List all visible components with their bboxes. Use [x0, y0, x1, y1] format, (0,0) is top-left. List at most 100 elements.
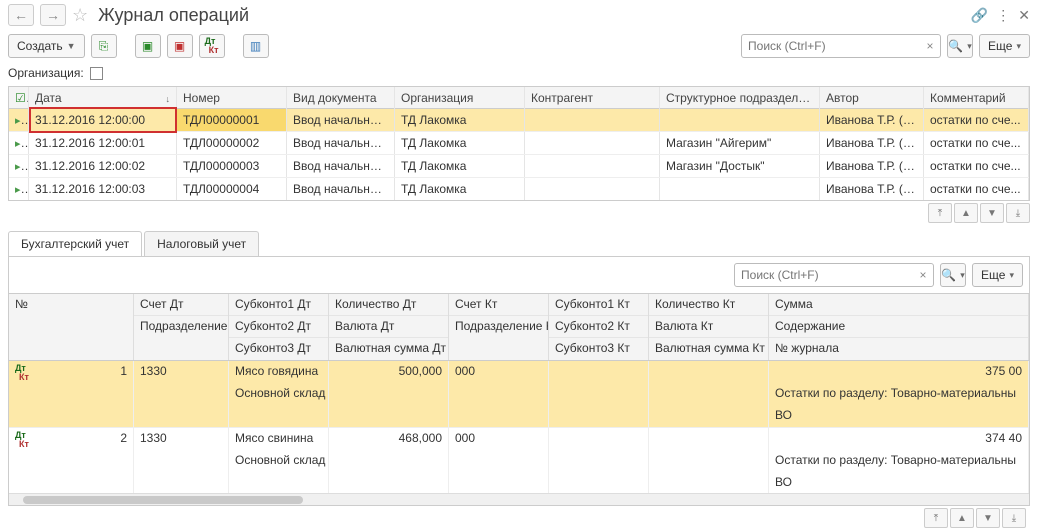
- entries-last-button[interactable]: ⤓: [1002, 508, 1026, 528]
- cell-struct: Магазин "Айгерим": [660, 132, 820, 154]
- cell-sub2: Основной склад: [229, 383, 328, 405]
- panel-more-button[interactable]: Еще▾: [972, 263, 1023, 287]
- cell-org: ТД Лакомка: [395, 178, 525, 200]
- col-num[interactable]: Номер: [177, 87, 287, 109]
- forward-button[interactable]: →: [40, 4, 66, 26]
- grid-header: ☑ Дата↓ Номер Вид документа Организация …: [9, 87, 1029, 109]
- cell-comm: остатки по сче...: [924, 132, 1029, 154]
- col-author[interactable]: Автор: [820, 87, 924, 109]
- dtkt-button[interactable]: ДтКт: [199, 34, 225, 58]
- post-icon: ▣: [142, 39, 153, 53]
- clear-search-icon[interactable]: ×: [920, 39, 940, 53]
- org-checkbox[interactable]: [90, 67, 103, 80]
- link-icon[interactable]: 🔗: [971, 7, 988, 24]
- col-struct[interactable]: Структурное подразделение: [660, 87, 820, 109]
- cell-sub1: Мясо говядина: [229, 361, 328, 383]
- tab-panel: × 🔍▾ Еще▾ № Счет ДтПодразделение Дт Субк…: [8, 256, 1030, 506]
- more-button[interactable]: Еще▾: [979, 34, 1030, 58]
- cell-author: Иванова Т.Р. (Г...: [820, 109, 924, 131]
- table-row[interactable]: ▸☑31.12.2016 12:00:03ТДЛ00000004Ввод нач…: [9, 178, 1029, 201]
- entries-up-button[interactable]: ▲: [950, 508, 974, 528]
- grid-down-button[interactable]: ▼: [980, 203, 1004, 223]
- dtkt-icon: ДтКт: [205, 37, 219, 55]
- panel-search-wrap: ×: [734, 263, 934, 287]
- cell-doc: Ввод начальных ...: [287, 178, 395, 200]
- cell-date: 31.12.2016 12:00:02: [29, 155, 177, 177]
- cell-org: ТД Лакомка: [395, 132, 525, 154]
- org-label: Организация:: [8, 66, 84, 80]
- table-row[interactable]: ▸☑31.12.2016 12:00:01ТДЛ00000002Ввод нач…: [9, 132, 1029, 155]
- dtkt-icon: ДтКт: [15, 364, 29, 382]
- cell-struct: [660, 109, 820, 131]
- cell-org: ТД Лакомка: [395, 155, 525, 177]
- cell-comm: остатки по сче...: [924, 155, 1029, 177]
- cell-sum: 375 00: [769, 361, 1028, 383]
- col-date[interactable]: Дата↓: [29, 87, 177, 109]
- cell-author: Иванова Т.Р. (Г...: [820, 132, 924, 154]
- entries-first-button[interactable]: ⤒: [924, 508, 948, 528]
- cell-num: ТДЛ00000001: [177, 109, 287, 131]
- back-button[interactable]: ←: [8, 4, 34, 26]
- col-contr[interactable]: Контрагент: [525, 87, 660, 109]
- cell-contr: [525, 132, 660, 154]
- col-checkbox[interactable]: ☑: [9, 87, 29, 109]
- cell-journal: ВО: [769, 472, 1028, 493]
- scrollbar-thumb[interactable]: [23, 496, 303, 504]
- cell-qty: 500,000: [329, 361, 448, 383]
- unpost-button[interactable]: ▣: [167, 34, 193, 58]
- favorite-icon[interactable]: ☆: [72, 5, 88, 26]
- cell-journal: ВО: [769, 405, 1028, 427]
- grid-up-button[interactable]: ▲: [954, 203, 978, 223]
- table-row[interactable]: ▸☑31.12.2016 12:00:00ТДЛ00000001Ввод нач…: [9, 109, 1029, 132]
- tab-accounting[interactable]: Бухгалтерский учет: [8, 231, 142, 256]
- search-input-wrap: ×: [741, 34, 941, 58]
- doc-icon: ▸☑: [15, 136, 29, 150]
- search-icon: 🔍: [941, 268, 956, 282]
- chevron-down-icon: ▼: [67, 41, 76, 51]
- cell-contr: [525, 109, 660, 131]
- panel-search-input[interactable]: [735, 268, 913, 282]
- close-icon[interactable]: ✕: [1018, 7, 1030, 24]
- col-doc[interactable]: Вид документа: [287, 87, 395, 109]
- table-row[interactable]: ▸☑31.12.2016 12:00:02ТДЛ00000003Ввод нач…: [9, 155, 1029, 178]
- cell-content: Остатки по разделу: Товарно-материальны: [769, 383, 1028, 405]
- dtkt-icon: ДтКт: [15, 431, 29, 449]
- cell-doc: Ввод начальных ...: [287, 132, 395, 154]
- cell-author: Иванова Т.Р. (Г...: [820, 155, 924, 177]
- cell-content: Остатки по разделу: Товарно-материальны: [769, 450, 1028, 472]
- cell-acc-dt: 1330: [134, 428, 228, 450]
- cell-acc-kt: 000: [449, 428, 548, 450]
- entry-row[interactable]: ДтКт11330Мясо говядинаОсновной склад500,…: [9, 361, 1029, 428]
- cell-acc-kt: 000: [449, 361, 548, 383]
- register-button[interactable]: ▥: [243, 34, 269, 58]
- sort-asc-icon: ↓: [166, 91, 171, 107]
- grid-last-button[interactable]: ⤓: [1006, 203, 1030, 223]
- tab-tax[interactable]: Налоговый учет: [144, 231, 259, 256]
- cell-date: 31.12.2016 12:00:01: [29, 132, 177, 154]
- entry-row[interactable]: ДтКт21330Мясо свининаОсновной склад468,0…: [9, 428, 1029, 493]
- doc-icon: ▸☑: [15, 113, 29, 127]
- horizontal-scrollbar[interactable]: [9, 493, 1029, 505]
- copy-button[interactable]: ⎘: [91, 34, 117, 58]
- row-num: 1: [120, 364, 127, 378]
- post-button[interactable]: ▣: [135, 34, 161, 58]
- register-icon: ▥: [250, 39, 261, 53]
- col-comm[interactable]: Комментарий: [924, 87, 1029, 109]
- cell-struct: [660, 178, 820, 200]
- search-input[interactable]: [742, 39, 920, 53]
- panel-search-button[interactable]: 🔍▾: [940, 263, 966, 287]
- search-button[interactable]: 🔍▾: [947, 34, 973, 58]
- cell-comm: остатки по сче...: [924, 178, 1029, 200]
- cell-doc: Ввод начальных ...: [287, 109, 395, 131]
- page-title: Журнал операций: [98, 5, 965, 26]
- cell-org: ТД Лакомка: [395, 109, 525, 131]
- panel-clear-icon[interactable]: ×: [913, 268, 933, 282]
- cell-struct: Магазин "Достык": [660, 155, 820, 177]
- create-button[interactable]: Создать▼: [8, 34, 85, 58]
- cell-comm: остатки по сче...: [924, 109, 1029, 131]
- more-vertical-icon[interactable]: ⋮: [996, 7, 1010, 24]
- cell-date: 31.12.2016 12:00:00: [29, 109, 177, 131]
- col-org[interactable]: Организация: [395, 87, 525, 109]
- entries-down-button[interactable]: ▼: [976, 508, 1000, 528]
- grid-first-button[interactable]: ⤒: [928, 203, 952, 223]
